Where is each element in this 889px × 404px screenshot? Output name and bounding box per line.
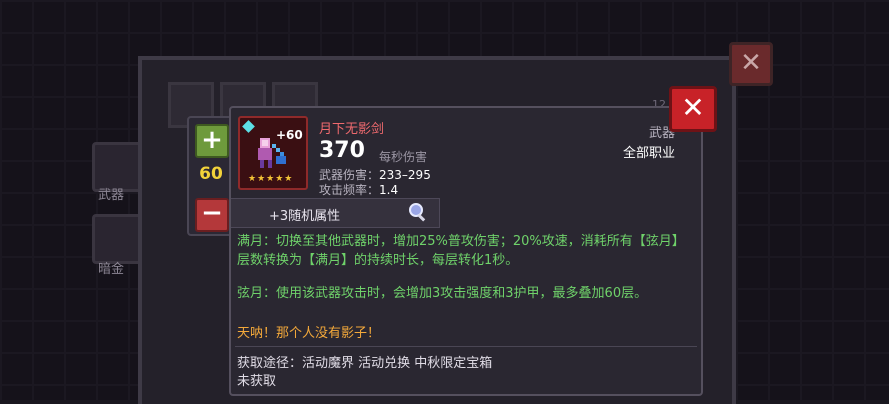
damage-label: 武器伤害： — [319, 168, 380, 182]
sword-sprite-icon — [258, 138, 286, 168]
acquisition-source: 获取途径：活动魔界 活动兑换 中秋限定宝箱 — [237, 356, 493, 371]
close-button[interactable]: ✕ — [669, 86, 717, 132]
random-attribute-label: +3随机属性 — [269, 209, 341, 224]
attack-speed-stat: 攻击频率：1.4 — [319, 181, 398, 198]
level-down-button[interactable]: − — [195, 198, 229, 232]
dps-label: 每秒伤害 — [379, 150, 428, 164]
sidebar-gold-button[interactable] — [92, 214, 144, 264]
weapon-portrait: +60 ★★★★★ — [238, 116, 308, 190]
rarity-stars: ★★★★★ — [248, 174, 294, 184]
weapon-name: 月下无影剑 — [319, 122, 385, 137]
damage-value: 233–295 — [379, 168, 431, 182]
gem-icon — [242, 120, 255, 133]
full-moon-effect: 满月：切换至其他武器时，增加25%普攻伤害；20%攻速，消耗所有【弦月】层数转换… — [237, 234, 685, 268]
flavor-quote: 天呐！那个人没有影子！ — [237, 326, 381, 341]
attack-speed-value: 1.4 — [379, 183, 399, 197]
magnify-icon[interactable] — [407, 202, 429, 224]
attack-speed-label: 攻击频率： — [319, 183, 380, 197]
enhance-level: 60 — [199, 164, 223, 184]
random-attribute-row[interactable]: +3随机属性 — [231, 198, 440, 228]
inventory-close-button[interactable]: ✕ — [729, 42, 773, 86]
sidebar-gold-label: 暗金 — [98, 262, 125, 277]
acquired-status: 未获取 — [237, 374, 277, 389]
level-up-button[interactable]: + — [195, 124, 229, 158]
half-moon-effect: 弦月：使用该武器攻击时，会增加3攻击强度和3护甲，最多叠加60层。 — [237, 286, 648, 301]
upgrade-panel: + 60 − — [187, 116, 235, 236]
sidebar-weapons-label: 武器 — [98, 188, 125, 203]
dps-value: 370 — [319, 138, 365, 163]
weapon-detail-card: +60 ★★★★★ 月下无影剑 370 每秒伤害 武器伤害：233–295 攻击… — [229, 106, 703, 396]
class-restriction: 全部职业 — [622, 146, 675, 161]
divider — [235, 346, 697, 347]
